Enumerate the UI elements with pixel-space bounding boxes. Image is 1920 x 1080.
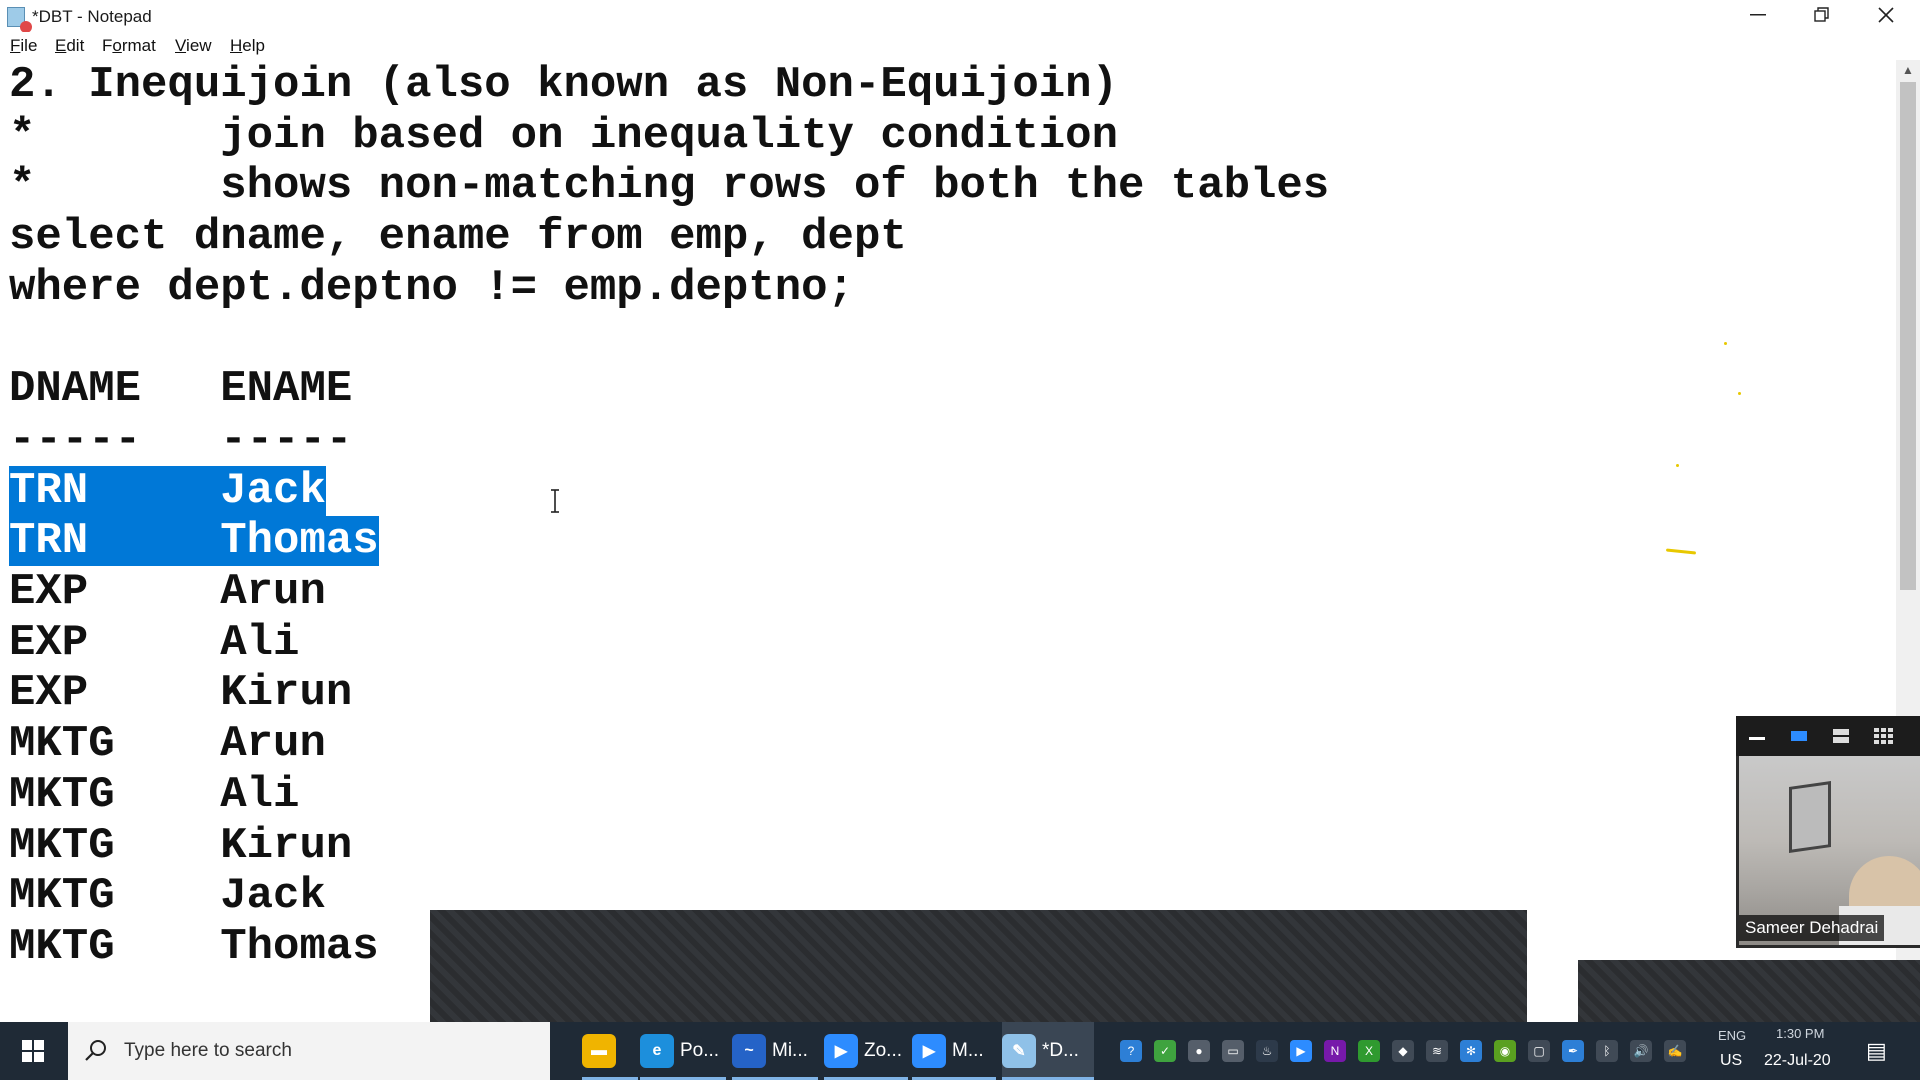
menu-edit[interactable]: Edit	[55, 36, 84, 56]
shield-icon[interactable]: ◆	[1392, 1040, 1414, 1062]
taskbar-search-box[interactable]: Type here to search	[68, 1022, 550, 1080]
editor-line: * shows non-matching rows of both the ta…	[9, 161, 1330, 212]
language-region[interactable]: US	[1720, 1052, 1742, 1070]
annotation-dot	[1738, 392, 1741, 395]
clock-date[interactable]: 22-Jul-20	[1764, 1052, 1831, 1070]
wall-picture	[1789, 781, 1831, 853]
editor-line: ----- -----	[9, 414, 353, 465]
scrollbar-thumb[interactable]	[1900, 82, 1916, 590]
menu-format[interactable]: Format	[102, 36, 156, 56]
editor-line: MKTG Jack	[9, 871, 326, 922]
taskbar-app-label: Zo...	[864, 1040, 903, 1061]
menu-file[interactable]: File	[10, 36, 37, 56]
zoom-meeting-icon: ▶	[912, 1034, 946, 1068]
steam-icon[interactable]: ♨	[1256, 1040, 1278, 1062]
editor-line: 2. Inequijoin (also known as Non-Equijoi…	[9, 60, 1118, 110]
zoom-icon: ▶	[824, 1034, 858, 1068]
notepad-icon: ✎	[1002, 1034, 1036, 1068]
onenote-icon[interactable]: N	[1324, 1040, 1346, 1062]
zoom-tray-icon[interactable]: ▶	[1290, 1040, 1312, 1062]
editor-line: EXP Arun	[9, 567, 326, 617]
window-title: *DBT - Notepad	[32, 7, 152, 26]
minimize-icon	[1750, 14, 1766, 16]
start-button[interactable]	[0, 1022, 66, 1080]
video-toolbar	[1736, 716, 1920, 756]
taskbar-app-zoom[interactable]: ▶ Zo...	[824, 1022, 908, 1080]
taskbar-app-file-explorer[interactable]: ▬	[582, 1022, 638, 1080]
mic-icon[interactable]: ●	[1188, 1040, 1210, 1062]
annotation-dot	[1676, 464, 1679, 467]
text-editor-area[interactable]: 2. Inequijoin (also known as Non-Equijoi…	[0, 60, 1896, 1022]
speaker-view-icon[interactable]	[1788, 726, 1810, 746]
title-bar: *DBT - Notepad	[0, 0, 1920, 33]
restore-button[interactable]	[1790, 0, 1854, 30]
editor-line: MKTG Arun	[9, 719, 326, 770]
taskbar-app-label: Mi...	[772, 1040, 808, 1061]
minimize-button[interactable]	[1726, 0, 1790, 30]
taskbar-app-notepad[interactable]: ✎ *D...	[1002, 1022, 1094, 1080]
strip-view-icon[interactable]	[1830, 726, 1852, 746]
notepad-icon	[6, 5, 32, 33]
editor-line: DNAME ENAME	[9, 364, 353, 415]
pen-icon[interactable]: ✒	[1562, 1040, 1584, 1062]
editor-line: TRN Thomas	[9, 516, 379, 567]
app-tray-icon[interactable]: ▢	[1528, 1040, 1550, 1062]
taskbar-app-label: *D...	[1042, 1040, 1079, 1061]
folder-icon[interactable]: ▭	[1222, 1040, 1244, 1062]
nvidia-icon[interactable]: ◉	[1494, 1040, 1516, 1062]
taskbar-app-label: M...	[952, 1040, 984, 1061]
annotation-stroke	[1665, 548, 1697, 555]
selected-text: TRN Thomas	[9, 516, 379, 567]
selected-text: TRN Jack	[9, 465, 326, 516]
share-overlay-bar	[1578, 960, 1920, 1022]
close-button[interactable]	[1854, 0, 1918, 30]
minimize-video-icon[interactable]	[1746, 726, 1768, 746]
snowflake-icon[interactable]: ✻	[1460, 1040, 1482, 1062]
menu-help[interactable]: Help	[230, 36, 265, 56]
editor-line: TRN Jack	[9, 465, 326, 516]
restore-icon	[1814, 7, 1829, 22]
editor-line: where dept.deptno != emp.deptno;	[9, 262, 854, 313]
video-panel: Sameer Dehadrai	[1736, 716, 1920, 948]
text-cursor-icon	[551, 489, 559, 513]
check-icon[interactable]: ✓	[1154, 1040, 1176, 1062]
editor-line: MKTG Thomas	[9, 921, 379, 972]
xbox-icon[interactable]: X	[1358, 1040, 1380, 1062]
menu-bar: File Edit Format View Help	[0, 32, 1920, 60]
file-explorer-icon: ▬	[582, 1034, 616, 1068]
help-icon[interactable]: ?	[1120, 1040, 1142, 1062]
share-overlay-bar	[430, 910, 1527, 1022]
editor-line: EXP Kirun	[9, 668, 353, 719]
bluetooth-icon[interactable]: ᛒ	[1596, 1040, 1618, 1062]
taskbar-app-label: Po...	[680, 1040, 720, 1061]
notification-center-icon[interactable]: ▤	[1866, 1038, 1887, 1064]
language-code[interactable]: ENG	[1718, 1028, 1746, 1043]
participant-video[interactable]: Sameer Dehadrai	[1739, 756, 1920, 945]
taskbar-app-zoom-meeting[interactable]: ▶ M...	[912, 1022, 996, 1080]
search-icon	[85, 1040, 106, 1061]
pen-tray-icon[interactable]: ✍	[1664, 1040, 1686, 1062]
gallery-view-icon[interactable]	[1872, 726, 1894, 746]
close-icon	[1878, 7, 1894, 23]
taskbar-app-whiteboard[interactable]: ~ Mi...	[732, 1022, 818, 1080]
taskbar-app-edge[interactable]: e Po...	[640, 1022, 726, 1080]
taskbar: Type here to search ▬ e Po... ~ Mi... ▶ Zo... ▶…	[0, 1022, 1920, 1080]
wifi-icon[interactable]: ≋	[1426, 1040, 1448, 1062]
whiteboard-icon: ~	[732, 1034, 766, 1068]
editor-line: MKTG Kirun	[9, 820, 353, 871]
clock-time[interactable]: 1:30 PM	[1776, 1026, 1824, 1041]
editor-line: MKTG Ali	[9, 769, 300, 820]
windows-logo-icon	[22, 1040, 44, 1062]
participant-name: Sameer Dehadrai	[1739, 915, 1885, 941]
editor-line: EXP Ali	[9, 617, 300, 668]
volume-icon[interactable]: 🔊	[1630, 1040, 1652, 1062]
editor-line: select dname, ename from emp, dept	[9, 212, 907, 263]
editor-line: * join based on inequality condition	[9, 110, 1118, 161]
menu-view[interactable]: View	[175, 36, 212, 56]
scroll-up-icon[interactable]: ▲	[1896, 60, 1920, 80]
edge-icon: e	[640, 1034, 674, 1068]
annotation-dot	[1724, 342, 1727, 345]
search-placeholder: Type here to search	[124, 1040, 292, 1061]
